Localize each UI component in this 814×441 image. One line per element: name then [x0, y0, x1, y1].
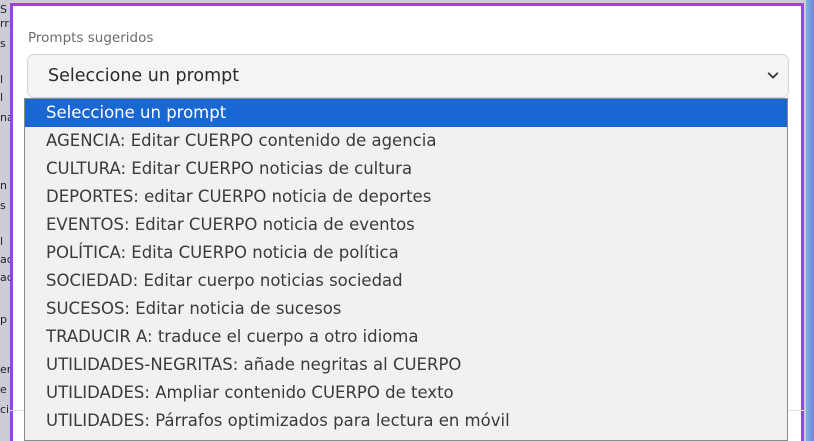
background-text: l: [0, 73, 4, 86]
prompt-select-value: Seleccione un prompt: [48, 66, 240, 86]
dropdown-option[interactable]: UTILIDADES: Ampliar contenido CUERPO de …: [25, 379, 787, 407]
dropdown-option[interactable]: EVENTOS: Editar CUERPO noticia de evento…: [25, 211, 787, 239]
background-text: s: [0, 199, 6, 212]
dropdown-option[interactable]: AGENCIA: Editar CUERPO contenido de agen…: [25, 127, 787, 155]
dropdown-option[interactable]: Seleccione un prompt: [25, 99, 787, 127]
prompts-label: Prompts sugeridos: [28, 30, 154, 46]
dropdown-option[interactable]: UTILIDADES-NEGRITAS: añade negritas al C…: [25, 351, 787, 379]
modal-right-edge: [806, 0, 814, 441]
background-text: l: [0, 235, 4, 248]
background-text: ci: [0, 403, 10, 416]
dropdown-option[interactable]: TRADUCIR A: traduce el cuerpo a otro idi…: [25, 323, 787, 351]
background-text: ac: [0, 253, 10, 266]
dropdown-option[interactable]: SOCIEDAD: Editar cuerpo noticias socieda…: [25, 267, 787, 295]
dropdown-option[interactable]: DEPORTES: editar CUERPO noticia de depor…: [25, 183, 787, 211]
background-text: s: [0, 37, 6, 50]
prompt-select[interactable]: Seleccione un prompt: [27, 54, 789, 98]
background-text: n: [0, 179, 7, 192]
background-text: na: [0, 111, 10, 124]
dropdown-option[interactable]: POLÍTICA: Edita CUERPO noticia de políti…: [25, 239, 787, 267]
background-text: rri: [0, 17, 10, 30]
chevron-down-icon: [767, 72, 779, 79]
background-text: p: [0, 313, 7, 326]
dropdown-option[interactable]: UTILIDADES: Párrafos optimizados para le…: [25, 407, 787, 435]
background-text: er: [0, 363, 10, 376]
background-text: l: [0, 91, 4, 104]
dropdown-option[interactable]: SUCESOS: Editar noticia de sucesos: [25, 295, 787, 323]
background-text: e: [0, 383, 7, 396]
prompt-dropdown-list[interactable]: Seleccione un prompt AGENCIA: Editar CUE…: [24, 98, 788, 441]
dropdown-option[interactable]: CULTURA: Editar CUERPO noticias de cultu…: [25, 155, 787, 183]
background-text: ac: [0, 271, 10, 284]
